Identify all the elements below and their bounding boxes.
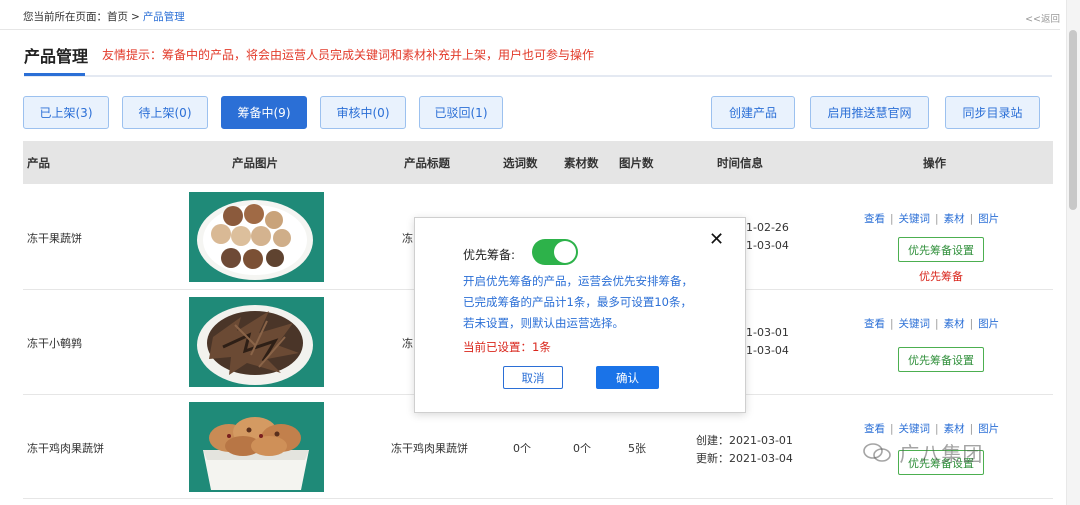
priority-settings-button[interactable]: 优先筹备设置 (898, 237, 984, 262)
watermark: 广八集团 (862, 438, 983, 467)
keywords-link[interactable]: 关键词 (899, 423, 931, 435)
column-header-words: 选词数 (503, 156, 538, 170)
toggle-knob (554, 241, 576, 263)
watermark-text: 广八集团 (899, 442, 984, 466)
images-link[interactable]: 图片 (978, 318, 999, 330)
materials-link[interactable]: 素材 (944, 318, 965, 330)
dialog-description-line: 开启优先筹备的产品，运营会优先安排筹备， (463, 274, 693, 288)
tab-listed[interactable]: 已上架(3) (23, 96, 109, 129)
scrollbar-thumb[interactable] (1069, 30, 1077, 210)
page-title: 产品管理 (24, 47, 89, 66)
updated-time: 1-03-04 (746, 239, 789, 252)
row-actions: 查看 | 关键词 | 素材 | 图片 (864, 421, 999, 436)
updated-time: 更新：2021-03-04 (696, 450, 793, 466)
materials-link[interactable]: 素材 (944, 423, 965, 435)
confirm-button[interactable]: 确认 (596, 366, 659, 389)
dialog-description-line: 若未设置，则默认由运营选择。 (463, 316, 624, 330)
updated-time: 1-03-04 (746, 344, 789, 357)
column-header-time: 时间信息 (717, 156, 763, 170)
row-actions: 查看 | 关键词 | 素材 | 图片 (864, 211, 999, 226)
word-count: 0个 (513, 442, 531, 455)
product-name: 冻干鸡肉果蔬饼 (27, 442, 104, 455)
material-count: 0个 (573, 442, 591, 455)
materials-link[interactable]: 素材 (944, 213, 965, 225)
cancel-button[interactable]: 取消 (503, 366, 563, 389)
row-actions: 查看 | 关键词 | 素材 | 图片 (864, 316, 999, 331)
separator: | (969, 213, 974, 225)
breadcrumb-separator: > (131, 11, 140, 23)
row-divider (23, 498, 1053, 499)
images-link[interactable]: 图片 (978, 423, 999, 435)
separator: | (890, 423, 894, 435)
breadcrumb: 您当前所在页面：首页 > 产品管理 (23, 9, 185, 24)
breadcrumb-home[interactable]: 首页 (107, 11, 128, 23)
priority-dialog: 优先筹备: ✕ 开启优先筹备的产品，运营会优先安排筹备， 已完成筹备的产品计1条… (414, 217, 746, 413)
image-count: 5张 (628, 442, 646, 455)
separator: | (935, 423, 939, 435)
product-name: 冻干果蔬饼 (27, 232, 82, 245)
keywords-link[interactable]: 关键词 (899, 213, 931, 225)
product-image (189, 297, 324, 387)
priority-settings-button[interactable]: 优先筹备设置 (898, 347, 984, 372)
separator: | (935, 318, 939, 330)
tab-preparing[interactable]: 筹备中(9) (221, 96, 307, 129)
view-link[interactable]: 查看 (864, 213, 885, 225)
updated-label: 更新： (696, 452, 729, 465)
tab-rejected[interactable]: 已驳回(1) (419, 96, 503, 129)
title-divider (24, 75, 1052, 77)
table-header (23, 141, 1053, 184)
separator: | (969, 423, 974, 435)
created-time: 1-03-01 (746, 326, 789, 339)
breadcrumb-current: 产品管理 (142, 11, 185, 23)
enable-push-button[interactable]: 启用推送慧官网 (810, 96, 929, 129)
column-header-images: 图片数 (619, 156, 654, 170)
product-title: 冻 (402, 337, 413, 350)
separator: | (935, 213, 939, 225)
product-title: 冻 (402, 232, 413, 245)
priority-badge: 优先筹备 (919, 270, 963, 283)
separator: | (969, 318, 974, 330)
created-time: 1-02-26 (746, 221, 789, 234)
separator: | (890, 318, 894, 330)
divider (0, 29, 1060, 30)
created-time: 创建：2021-03-01 (696, 432, 793, 448)
dialog-description-line: 已完成筹备的产品计1条，最多可设置10条， (463, 295, 692, 309)
product-image (189, 192, 324, 282)
images-link[interactable]: 图片 (978, 213, 999, 225)
create-product-button[interactable]: 创建产品 (711, 96, 795, 129)
sync-directory-button[interactable]: 同步目录站 (945, 96, 1040, 129)
back-link[interactable]: <<返回 (1025, 11, 1060, 25)
created-value: 2021-03-01 (729, 434, 793, 447)
column-header-title: 产品标题 (404, 156, 450, 170)
tab-reviewing[interactable]: 审核中(0) (320, 96, 406, 129)
priority-toggle-label: 优先筹备: (463, 248, 516, 262)
breadcrumb-prefix: 您当前所在页面： (23, 11, 107, 23)
column-header-product: 产品 (27, 156, 50, 170)
wechat-icon (862, 442, 899, 466)
close-icon[interactable]: ✕ (709, 231, 724, 249)
separator: | (890, 213, 894, 225)
keywords-link[interactable]: 关键词 (899, 318, 931, 330)
title-underline (24, 73, 85, 76)
tab-pending-listing[interactable]: 待上架(0) (122, 96, 208, 129)
product-image (189, 402, 324, 492)
priority-toggle[interactable] (532, 239, 578, 265)
column-header-actions: 操作 (923, 156, 946, 170)
updated-value: 2021-03-04 (729, 452, 793, 465)
product-name: 冻干小鹌鹑 (27, 337, 82, 350)
column-header-materials: 素材数 (564, 156, 599, 170)
tip-text: 友情提示：筹备中的产品，将会由运营人员完成关键词和素材补充并上架，用户也可参与操… (102, 48, 595, 62)
column-header-image: 产品图片 (232, 156, 278, 170)
current-setting-text: 当前已设置：1条 (463, 340, 551, 354)
product-title: 冻干鸡肉果蔬饼 (391, 442, 468, 455)
view-link[interactable]: 查看 (864, 423, 885, 435)
created-label: 创建： (696, 434, 729, 447)
view-link[interactable]: 查看 (864, 318, 885, 330)
